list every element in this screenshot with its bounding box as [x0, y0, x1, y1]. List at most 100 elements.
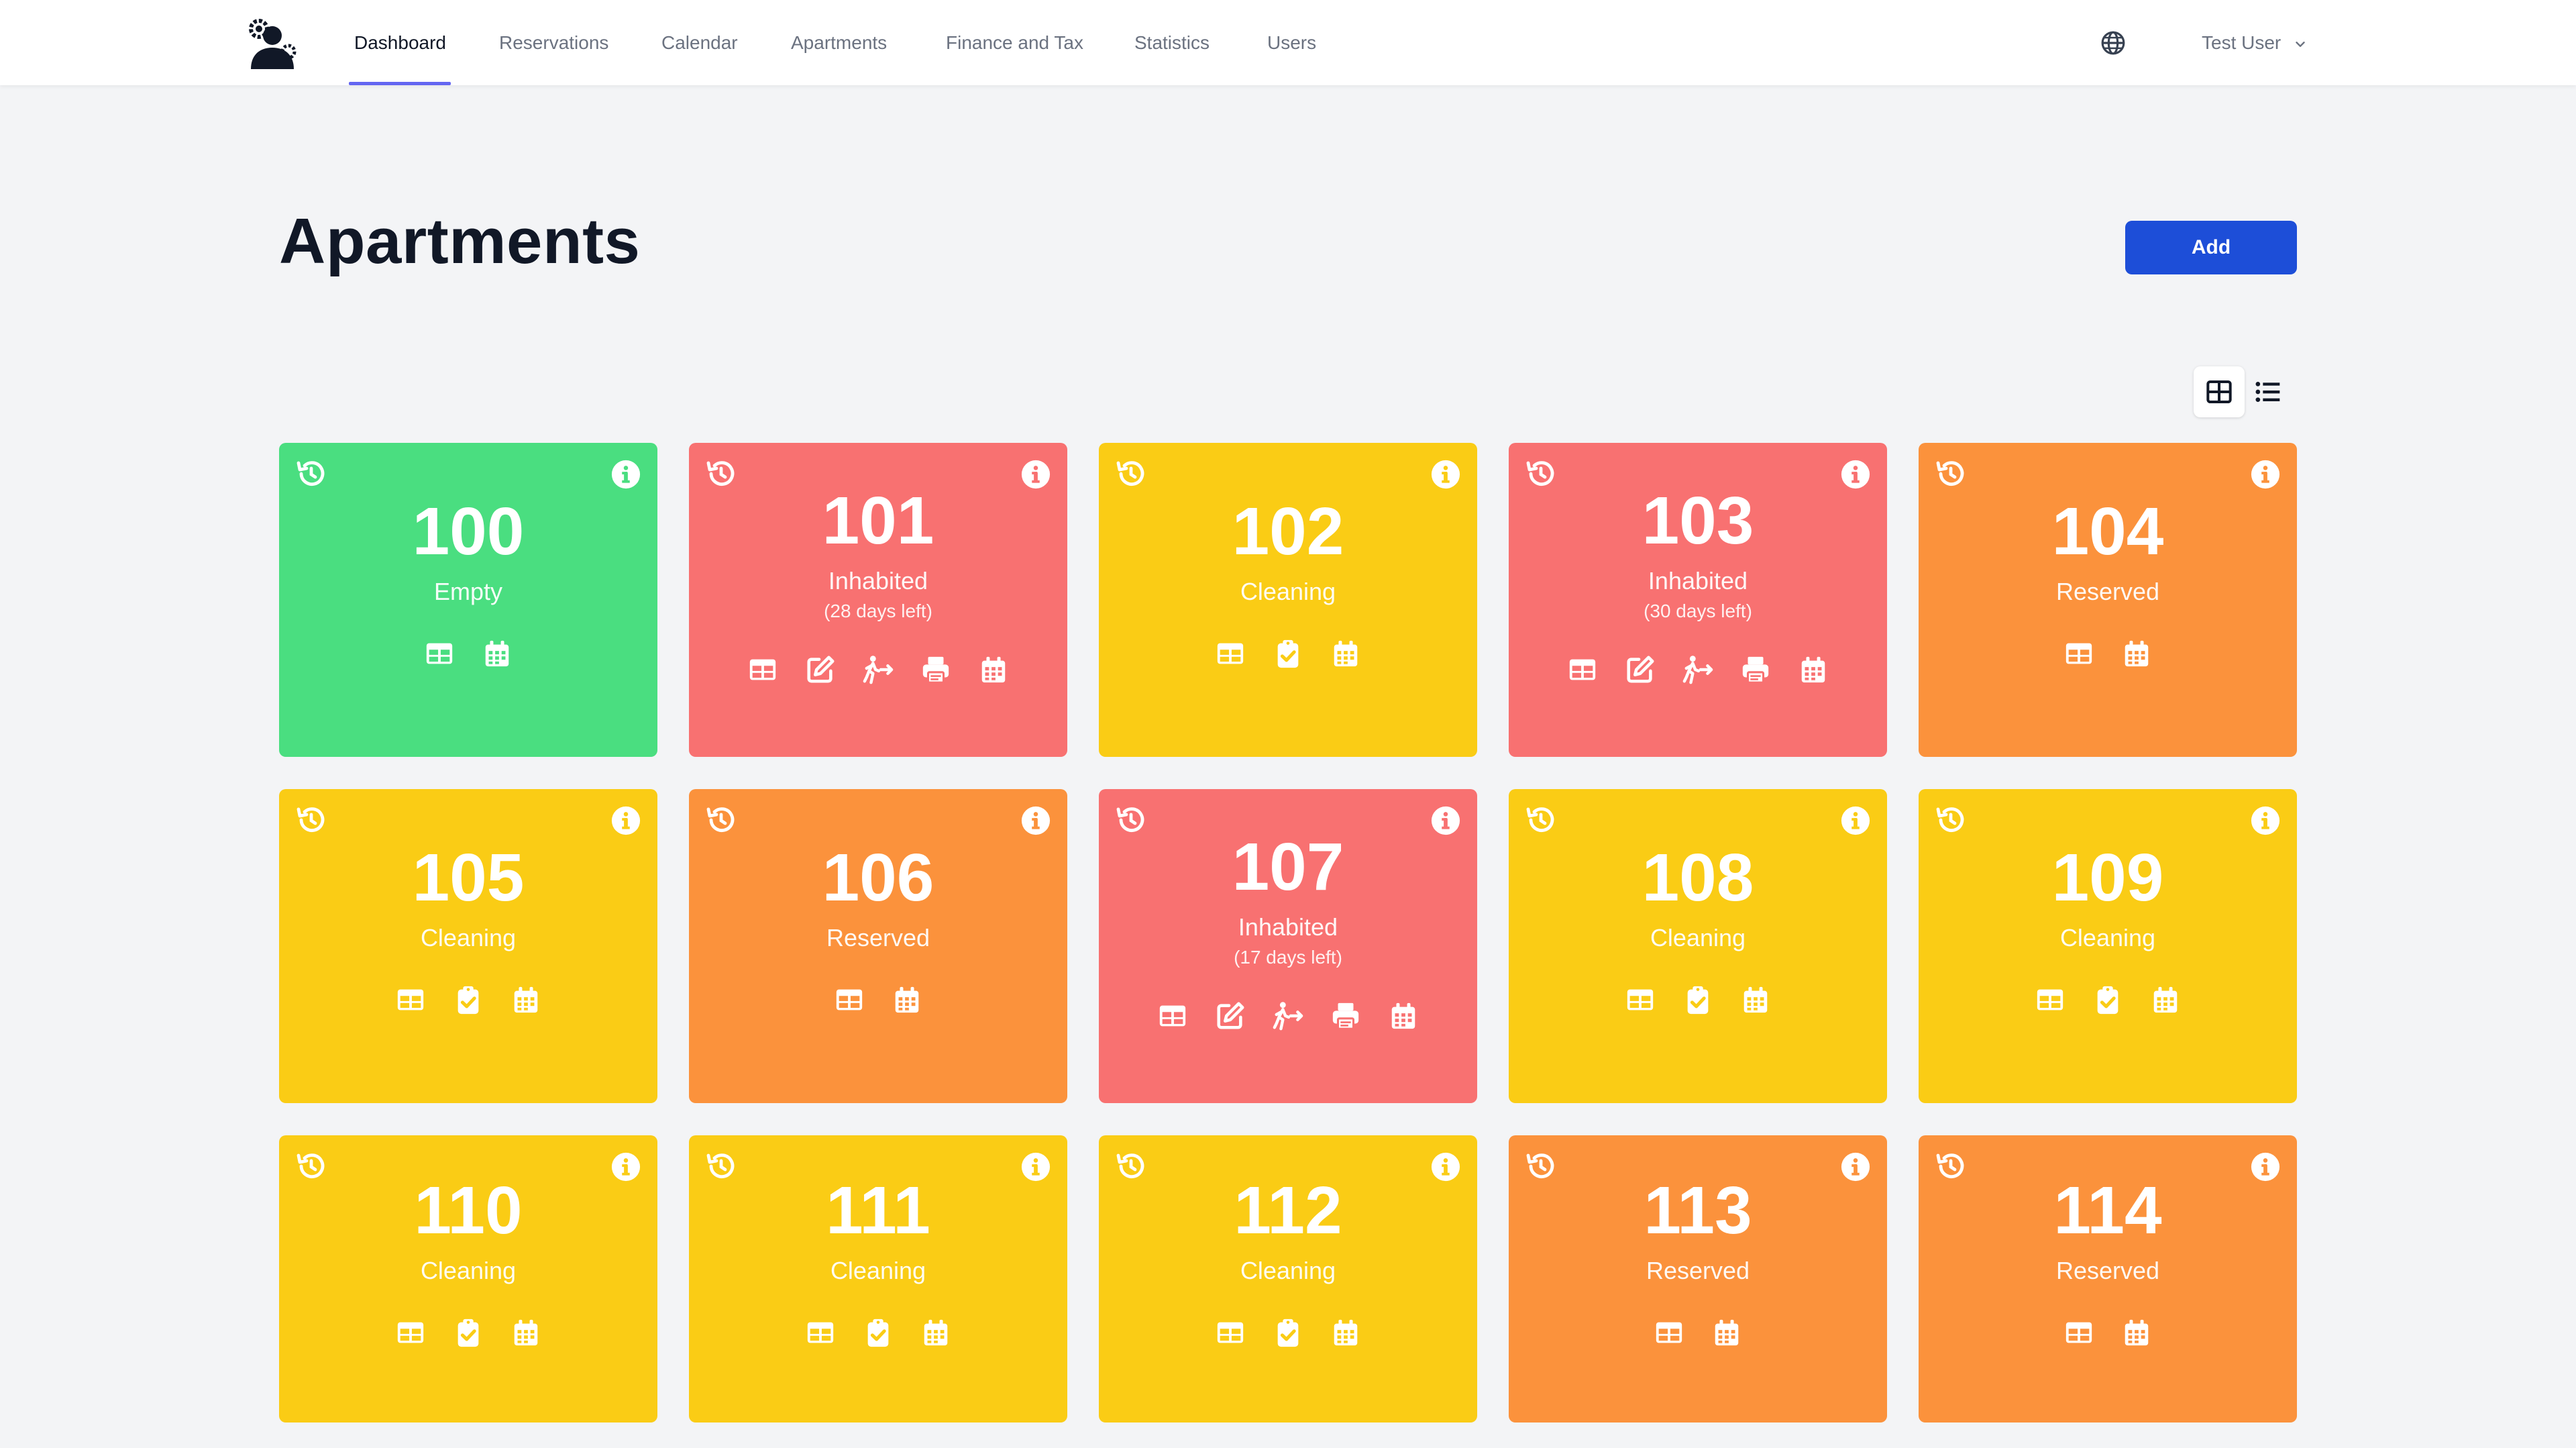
- clipboard-check-icon[interactable]: [2092, 984, 2123, 1015]
- calendar-icon[interactable]: [482, 638, 513, 669]
- apartment-card[interactable]: 102 Cleaning: [1099, 443, 1477, 757]
- history-icon[interactable]: [705, 804, 737, 836]
- info-icon[interactable]: [2250, 459, 2281, 490]
- table-icon[interactable]: [1625, 984, 1656, 1015]
- history-icon[interactable]: [1525, 458, 1557, 490]
- user-menu[interactable]: Test User: [2202, 0, 2308, 85]
- info-icon[interactable]: [2250, 805, 2281, 836]
- calendar-icon[interactable]: [1330, 1317, 1361, 1348]
- checkout-icon[interactable]: [863, 654, 894, 685]
- clipboard-check-icon[interactable]: [863, 1317, 894, 1348]
- history-icon[interactable]: [1525, 804, 1557, 836]
- apartment-card-content: 104 Reserved: [1919, 497, 2297, 669]
- table-icon[interactable]: [1215, 638, 1246, 669]
- nav-dashboard[interactable]: Dashboard: [354, 0, 446, 85]
- calendar-icon[interactable]: [1388, 1000, 1419, 1031]
- calendar-icon[interactable]: [892, 984, 922, 1015]
- nav-users[interactable]: Users: [1267, 0, 1316, 85]
- clipboard-check-icon[interactable]: [453, 1317, 484, 1348]
- table-icon[interactable]: [2063, 1317, 2094, 1348]
- calendar-icon[interactable]: [2150, 984, 2181, 1015]
- calendar-icon[interactable]: [511, 984, 541, 1015]
- apartment-card[interactable]: 110 Cleaning: [279, 1135, 657, 1423]
- history-icon[interactable]: [295, 804, 327, 836]
- table-icon[interactable]: [424, 638, 455, 669]
- history-icon[interactable]: [1935, 458, 1967, 490]
- clipboard-check-icon[interactable]: [1682, 984, 1713, 1015]
- print-icon[interactable]: [1740, 654, 1771, 685]
- calendar-icon[interactable]: [1740, 984, 1771, 1015]
- apartment-status: Reserved: [826, 924, 930, 951]
- calendar-icon[interactable]: [978, 654, 1009, 685]
- clipboard-check-icon[interactable]: [453, 984, 484, 1015]
- apartment-card[interactable]: 112 Cleaning: [1099, 1135, 1477, 1423]
- days-left-label: (28 days left): [824, 601, 932, 621]
- table-icon[interactable]: [1215, 1317, 1246, 1348]
- info-icon[interactable]: [610, 805, 641, 836]
- apartment-card[interactable]: 108 Cleaning: [1509, 789, 1887, 1103]
- grid-view-button[interactable]: [2194, 366, 2245, 417]
- info-icon[interactable]: [1840, 805, 1871, 836]
- calendar-icon[interactable]: [2121, 1317, 2152, 1348]
- history-icon[interactable]: [1935, 804, 1967, 836]
- calendar-icon[interactable]: [2121, 638, 2152, 669]
- table-icon[interactable]: [1157, 1000, 1188, 1031]
- history-icon[interactable]: [705, 458, 737, 490]
- info-icon[interactable]: [1020, 805, 1051, 836]
- table-icon[interactable]: [395, 1317, 426, 1348]
- apartment-card[interactable]: 113 Reserved: [1509, 1135, 1887, 1423]
- apartment-status: Cleaning: [1240, 578, 1336, 605]
- history-icon[interactable]: [1115, 458, 1147, 490]
- apartment-card[interactable]: 107 Inhabited (17 days left): [1099, 789, 1477, 1103]
- table-icon[interactable]: [2063, 638, 2094, 669]
- apartment-actions: [1157, 1000, 1419, 1031]
- apartment-card[interactable]: 103 Inhabited (30 days left): [1509, 443, 1887, 757]
- apartment-status: Cleaning: [1650, 924, 1746, 951]
- table-icon[interactable]: [395, 984, 426, 1015]
- table-icon[interactable]: [747, 654, 778, 685]
- apartment-actions: [1567, 654, 1829, 685]
- edit-icon[interactable]: [805, 654, 836, 685]
- apartment-card[interactable]: 100 Empty: [279, 443, 657, 757]
- table-icon[interactable]: [834, 984, 865, 1015]
- apartment-card[interactable]: 109 Cleaning: [1919, 789, 2297, 1103]
- history-icon[interactable]: [1115, 804, 1147, 836]
- table-icon[interactable]: [2035, 984, 2065, 1015]
- globe-icon[interactable]: [2100, 30, 2126, 56]
- calendar-icon[interactable]: [511, 1317, 541, 1348]
- apartment-card[interactable]: 111 Cleaning: [689, 1135, 1067, 1423]
- calendar-icon[interactable]: [1330, 638, 1361, 669]
- edit-icon[interactable]: [1215, 1000, 1246, 1031]
- apartment-card[interactable]: 104 Reserved: [1919, 443, 2297, 757]
- nav-calendar[interactable]: Calendar: [661, 0, 738, 85]
- clipboard-check-icon[interactable]: [1273, 638, 1303, 669]
- table-icon[interactable]: [805, 1317, 836, 1348]
- nav-reservations[interactable]: Reservations: [499, 0, 608, 85]
- checkout-icon[interactable]: [1682, 654, 1713, 685]
- apartment-card[interactable]: 114 Reserved: [1919, 1135, 2297, 1423]
- nav-statistics[interactable]: Statistics: [1134, 0, 1210, 85]
- top-navigation: Dashboard Reservations Calendar Apartmen…: [0, 0, 2576, 85]
- table-icon[interactable]: [1654, 1317, 1684, 1348]
- apartment-card-content: 106 Reserved: [689, 843, 1067, 1015]
- nav-apartments[interactable]: Apartments: [791, 0, 887, 85]
- calendar-icon[interactable]: [1798, 654, 1829, 685]
- clipboard-check-icon[interactable]: [1273, 1317, 1303, 1348]
- calendar-icon[interactable]: [920, 1317, 951, 1348]
- add-apartment-button[interactable]: Add: [2125, 221, 2297, 274]
- edit-icon[interactable]: [1625, 654, 1656, 685]
- apartment-card[interactable]: 106 Reserved: [689, 789, 1067, 1103]
- apartment-card[interactable]: 101 Inhabited (28 days left): [689, 443, 1067, 757]
- print-icon[interactable]: [1330, 1000, 1361, 1031]
- info-icon[interactable]: [1430, 459, 1461, 490]
- nav-finance-and-tax[interactable]: Finance and Tax: [946, 0, 1083, 85]
- logo-icon[interactable]: [246, 17, 297, 69]
- info-icon[interactable]: [610, 459, 641, 490]
- list-view-button[interactable]: [2242, 366, 2293, 417]
- table-icon[interactable]: [1567, 654, 1598, 685]
- calendar-icon[interactable]: [1711, 1317, 1742, 1348]
- history-icon[interactable]: [295, 458, 327, 490]
- print-icon[interactable]: [920, 654, 951, 685]
- checkout-icon[interactable]: [1273, 1000, 1303, 1031]
- apartment-card[interactable]: 105 Cleaning: [279, 789, 657, 1103]
